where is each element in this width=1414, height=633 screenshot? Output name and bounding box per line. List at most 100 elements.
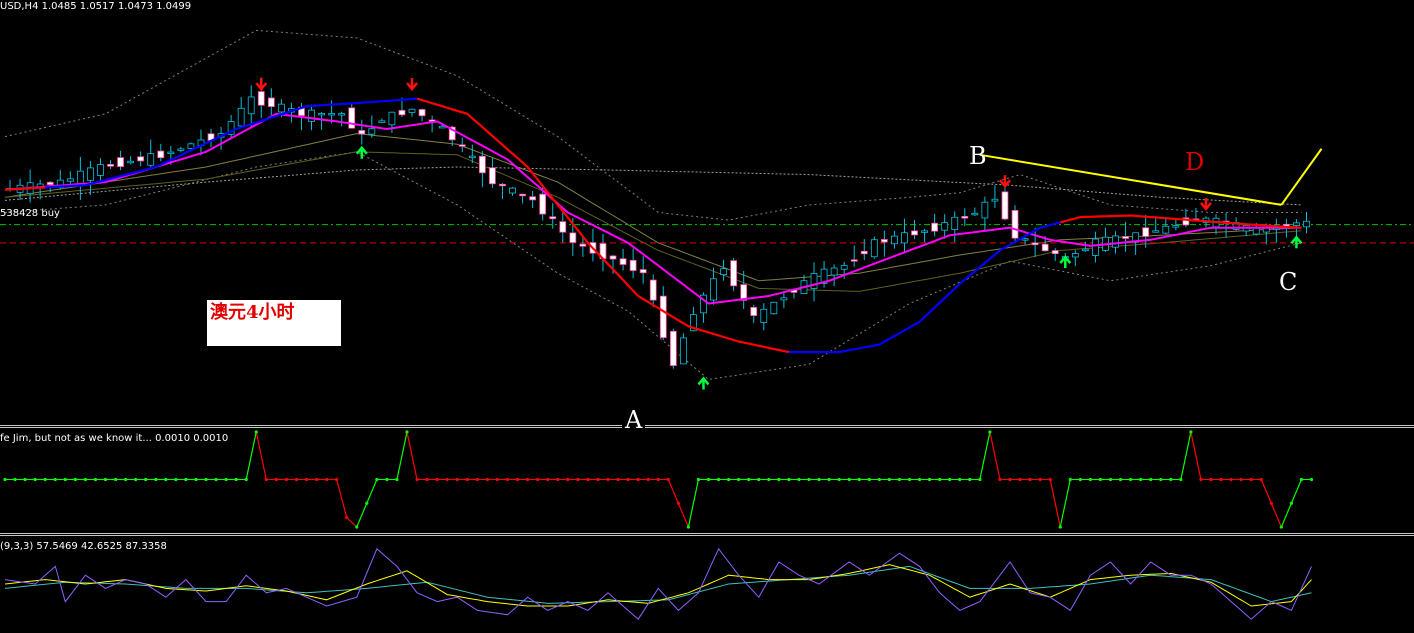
panel-separator-2[interactable] <box>0 533 1414 536</box>
candle-body <box>1142 227 1150 237</box>
oscillator-segment <box>989 431 1001 480</box>
sell-arrow-icon <box>1200 197 1212 211</box>
candle-body <box>1172 225 1180 228</box>
sell-arrow-icon <box>999 175 1011 189</box>
candle-body <box>891 235 898 245</box>
oscillator-segment <box>336 479 348 518</box>
candle-body <box>559 221 567 233</box>
candle-body <box>509 187 516 194</box>
point-label-d: D <box>1185 148 1205 176</box>
oscillator-dot <box>676 501 680 505</box>
trendline-b-d <box>979 153 1282 206</box>
stochastic-aux-line <box>4 565 1312 604</box>
candle-body <box>388 111 396 126</box>
candle-body <box>911 230 918 236</box>
candle-body <box>961 215 969 219</box>
buy-arrow-icon <box>697 376 710 390</box>
oscillator-dot <box>254 430 258 434</box>
candle-body <box>257 91 265 106</box>
point-label-c: C <box>1279 268 1298 296</box>
oscillator-segment <box>1049 479 1061 528</box>
oscillator-dot <box>365 501 369 505</box>
candle-body <box>117 157 124 168</box>
stochastic-main-line <box>4 547 1312 620</box>
oscillator-segment <box>255 431 267 480</box>
candle-body <box>489 167 496 185</box>
trend-ma-segment <box>4 186 46 191</box>
candle-body <box>830 267 838 276</box>
candle-body <box>519 193 526 197</box>
candle-body <box>499 183 506 187</box>
candle-body <box>870 239 878 258</box>
long-ma-line <box>4 166 1302 206</box>
candle-body <box>328 113 336 116</box>
panel-separator-1[interactable] <box>0 425 1414 428</box>
buy-arrow-icon <box>1059 255 1072 269</box>
candle-body <box>921 230 928 233</box>
candle-body <box>951 216 959 230</box>
candle-body <box>157 150 165 159</box>
candle-body <box>720 268 727 276</box>
candle-body <box>931 222 939 232</box>
candle-body <box>1021 238 1029 241</box>
candle-body <box>649 279 657 301</box>
candle-body <box>730 260 738 287</box>
oscillator-segment <box>1190 431 1202 480</box>
candle-body <box>1031 242 1039 246</box>
candle-body <box>941 222 949 231</box>
candle-body <box>880 239 888 243</box>
trend-ma-segment <box>416 97 790 354</box>
candle-body <box>529 196 537 201</box>
candle-body <box>850 259 858 262</box>
trendline-c-up <box>1280 148 1323 206</box>
candle-body <box>358 130 366 135</box>
candle-body <box>901 232 908 244</box>
candle-body <box>107 163 114 167</box>
oscillator-segment <box>687 479 700 528</box>
candle-body <box>1011 210 1019 239</box>
oscillator-segment <box>396 431 408 480</box>
sell-arrow-icon <box>406 78 418 91</box>
candle-body <box>137 156 145 162</box>
candle-body <box>619 258 627 265</box>
candle-body <box>860 250 868 255</box>
oscillator-segment <box>979 431 991 480</box>
oscillator-segment <box>346 517 358 528</box>
candle-body <box>669 330 677 367</box>
candle-body <box>277 103 285 113</box>
candle-body <box>438 125 446 129</box>
candle-body <box>1081 248 1089 252</box>
candle-body <box>981 201 989 219</box>
oscillator-dot <box>1269 501 1273 505</box>
candle-body <box>1112 235 1119 248</box>
stochastic-panel <box>4 547 1312 620</box>
candle-body <box>66 178 74 182</box>
candle-body <box>1092 238 1099 256</box>
candle-body <box>750 306 758 317</box>
oscillator-segment <box>1059 479 1071 528</box>
candle-body <box>478 155 486 174</box>
buy-arrow-icon <box>355 145 368 159</box>
slow-ma2-line <box>4 151 1302 292</box>
candle-body <box>87 167 94 181</box>
indicator1-label: fe Jim, but not as we know it... 0.0010 … <box>0 433 229 444</box>
buy-arrow-icon <box>1290 235 1303 249</box>
candle-body <box>1252 227 1260 235</box>
oscillator-segment <box>245 431 257 480</box>
candle-body <box>991 198 999 202</box>
candle-body <box>1293 222 1300 226</box>
candle-body <box>569 232 577 243</box>
candle-body <box>237 107 245 127</box>
indicator1-panel <box>3 430 1314 529</box>
candle-body <box>810 273 818 289</box>
oscillator-dot <box>405 430 409 434</box>
candle-body <box>1303 220 1310 228</box>
candle-body <box>147 153 155 166</box>
candle-body <box>639 269 647 274</box>
candle-body <box>267 97 275 108</box>
oscillator-dot <box>1279 525 1283 529</box>
candle-body <box>418 109 426 117</box>
oscillator-dot <box>1289 501 1293 505</box>
candle-body <box>247 96 255 115</box>
candle-body <box>127 160 135 164</box>
